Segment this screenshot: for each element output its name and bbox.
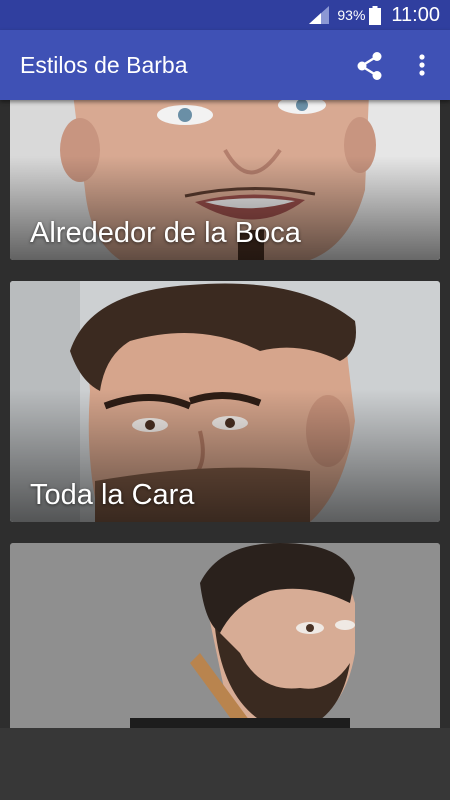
card-label: Toda la Cara [30, 479, 195, 511]
card-full-face[interactable]: Toda la Cara [10, 281, 440, 522]
beard-style-list[interactable]: Alrededor de la Boca Toda la Cara [0, 100, 450, 728]
signal-icon [309, 6, 330, 24]
card-photo [10, 543, 440, 728]
card-beard-comb[interactable] [10, 543, 440, 728]
status-bar: 93% 11:00 [0, 0, 450, 30]
battery-icon [369, 5, 382, 25]
share-icon[interactable] [354, 50, 386, 82]
app-title: Estilos de Barba [20, 52, 188, 78]
card-around-mouth[interactable]: Alrededor de la Boca [10, 100, 440, 260]
card-label: Alrededor de la Boca [30, 217, 301, 249]
status-time: 11:00 [391, 3, 440, 26]
app-bar: Estilos de Barba [0, 30, 450, 100]
more-vert-icon[interactable] [410, 50, 434, 82]
bottom-area [0, 728, 450, 800]
battery-percent: 93% [337, 7, 366, 23]
